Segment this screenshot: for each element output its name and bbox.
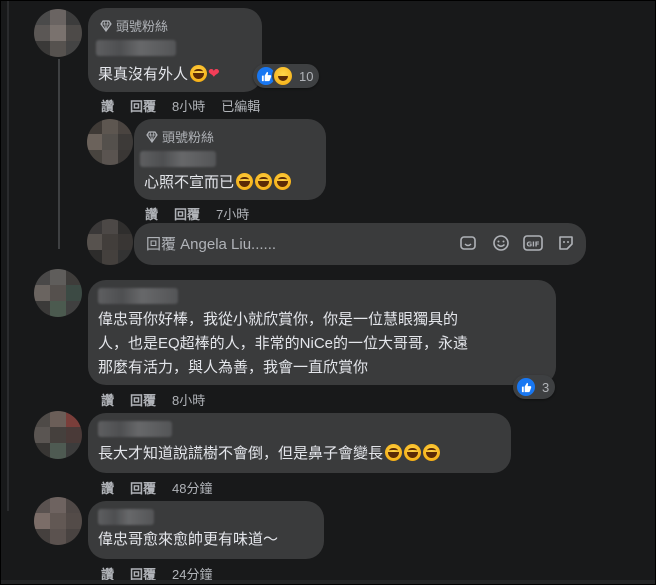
my-avatar[interactable] xyxy=(87,219,133,265)
like-button[interactable]: 讚 xyxy=(145,204,158,223)
reaction-count: 10 xyxy=(299,68,314,84)
timestamp[interactable]: 8小時 xyxy=(172,390,205,409)
grinning-emoji xyxy=(423,444,441,461)
edited-label: 已編輯 xyxy=(221,99,261,114)
reply-button[interactable]: 回覆 xyxy=(130,96,156,115)
comment-actions: 讚 回覆 48分鐘 xyxy=(101,478,213,497)
timestamp[interactable]: 48分鐘 xyxy=(172,478,212,497)
timestamp[interactable]: 7小時 xyxy=(216,204,249,223)
reaction-summary[interactable]: 10 xyxy=(253,64,320,88)
like-button[interactable]: 讚 xyxy=(101,478,114,497)
reply-button[interactable]: 回覆 xyxy=(174,204,200,223)
avatar[interactable] xyxy=(34,269,82,317)
author-name[interactable] xyxy=(98,421,172,437)
comment-text-line: 人，也是EQ超棒的人，非常的NiCe的一位大哥哥，永遠 xyxy=(98,335,469,352)
comment-text: 果真沒有外人 ❤ xyxy=(98,61,220,87)
grinning-squint-emoji xyxy=(255,173,273,190)
avatar[interactable] xyxy=(34,411,82,459)
grinning-squint-emoji xyxy=(274,173,292,190)
timestamp[interactable]: 8小時 xyxy=(172,96,205,115)
grinning-emoji xyxy=(404,444,422,461)
author-name[interactable] xyxy=(96,40,176,56)
sticker-badge-icon[interactable] xyxy=(556,233,576,253)
emoji-icon[interactable] xyxy=(491,233,511,253)
avatar[interactable] xyxy=(34,497,82,545)
sticker-icon[interactable] xyxy=(458,233,478,253)
avatar[interactable] xyxy=(34,9,82,57)
diamond-icon xyxy=(146,130,158,143)
thread-connector xyxy=(58,59,60,249)
top-fan-badge: 頭號粉絲 xyxy=(100,16,168,35)
comment-text: 長大才知道說謊樹不會倒，但是鼻子會變長 xyxy=(98,442,441,466)
reply-input[interactable]: 回覆 Angela Liu...... GIF xyxy=(134,223,586,265)
comments-panel: 頭號粉絲 果真沒有外人 ❤ 10 讚 回覆 8小時 已編輯 頭號粉絲 心照不宣而… xyxy=(0,0,656,585)
reply-placeholder: 回覆 Angela Liu...... xyxy=(146,236,277,253)
reaction-count: 3 xyxy=(542,379,550,395)
scroll-rail xyxy=(7,1,9,511)
author-name[interactable] xyxy=(98,509,154,525)
grinning-squint-emoji xyxy=(190,65,208,82)
comment-bubble: 偉忠哥愈來愈帥更有味道～ xyxy=(88,501,324,559)
comment-text-line: 那麼有活力，與人為善，我會一直欣賞你 xyxy=(98,359,369,376)
grinning-emoji xyxy=(385,444,403,461)
gif-icon[interactable]: GIF xyxy=(523,233,543,253)
author-name[interactable] xyxy=(98,288,178,304)
comment-bubble: 頭號粉絲 果真沒有外人 ❤ xyxy=(88,8,262,92)
top-fan-badge: 頭號粉絲 xyxy=(146,127,214,146)
like-button[interactable]: 讚 xyxy=(101,96,114,115)
comment-actions: 讚 回覆 8小時 xyxy=(101,390,205,409)
like-icon xyxy=(515,376,537,398)
comment-actions: 讚 回覆 8小時 已編輯 xyxy=(101,96,260,115)
reply-button[interactable]: 回覆 xyxy=(130,478,156,497)
badge-label: 頭號粉絲 xyxy=(116,19,169,34)
comment-bubble: 頭號粉絲 心照不宣而已 xyxy=(134,119,326,200)
grinning-squint-emoji xyxy=(236,173,254,190)
avatar[interactable] xyxy=(87,119,133,165)
svg-text:GIF: GIF xyxy=(526,241,539,249)
diamond-icon xyxy=(100,19,112,32)
heart-emoji: ❤ xyxy=(208,65,220,81)
haha-icon xyxy=(272,65,294,87)
comment-bubble: 長大才知道說謊樹不會倒，但是鼻子會變長 xyxy=(88,413,511,473)
comment-actions: 讚 回覆 7小時 xyxy=(145,204,249,223)
comment-text: 偉忠哥愈來愈帥更有味道～ xyxy=(98,531,279,548)
like-button[interactable]: 讚 xyxy=(101,390,114,409)
comment-bubble: 偉忠哥你好棒，我從小就欣賞你，你是一位慧眼獨具的 人，也是EQ超棒的人，非常的N… xyxy=(88,280,556,385)
bottom-edge xyxy=(1,580,655,584)
comment-text: 心照不宣而已 xyxy=(144,171,292,195)
badge-label: 頭號粉絲 xyxy=(162,130,215,145)
comment-text-line: 偉忠哥你好棒，我從小就欣賞你，你是一位慧眼獨具的 xyxy=(98,311,459,328)
reaction-summary[interactable]: 3 xyxy=(513,375,556,399)
author-name[interactable] xyxy=(140,151,216,167)
reply-button[interactable]: 回覆 xyxy=(130,390,156,409)
